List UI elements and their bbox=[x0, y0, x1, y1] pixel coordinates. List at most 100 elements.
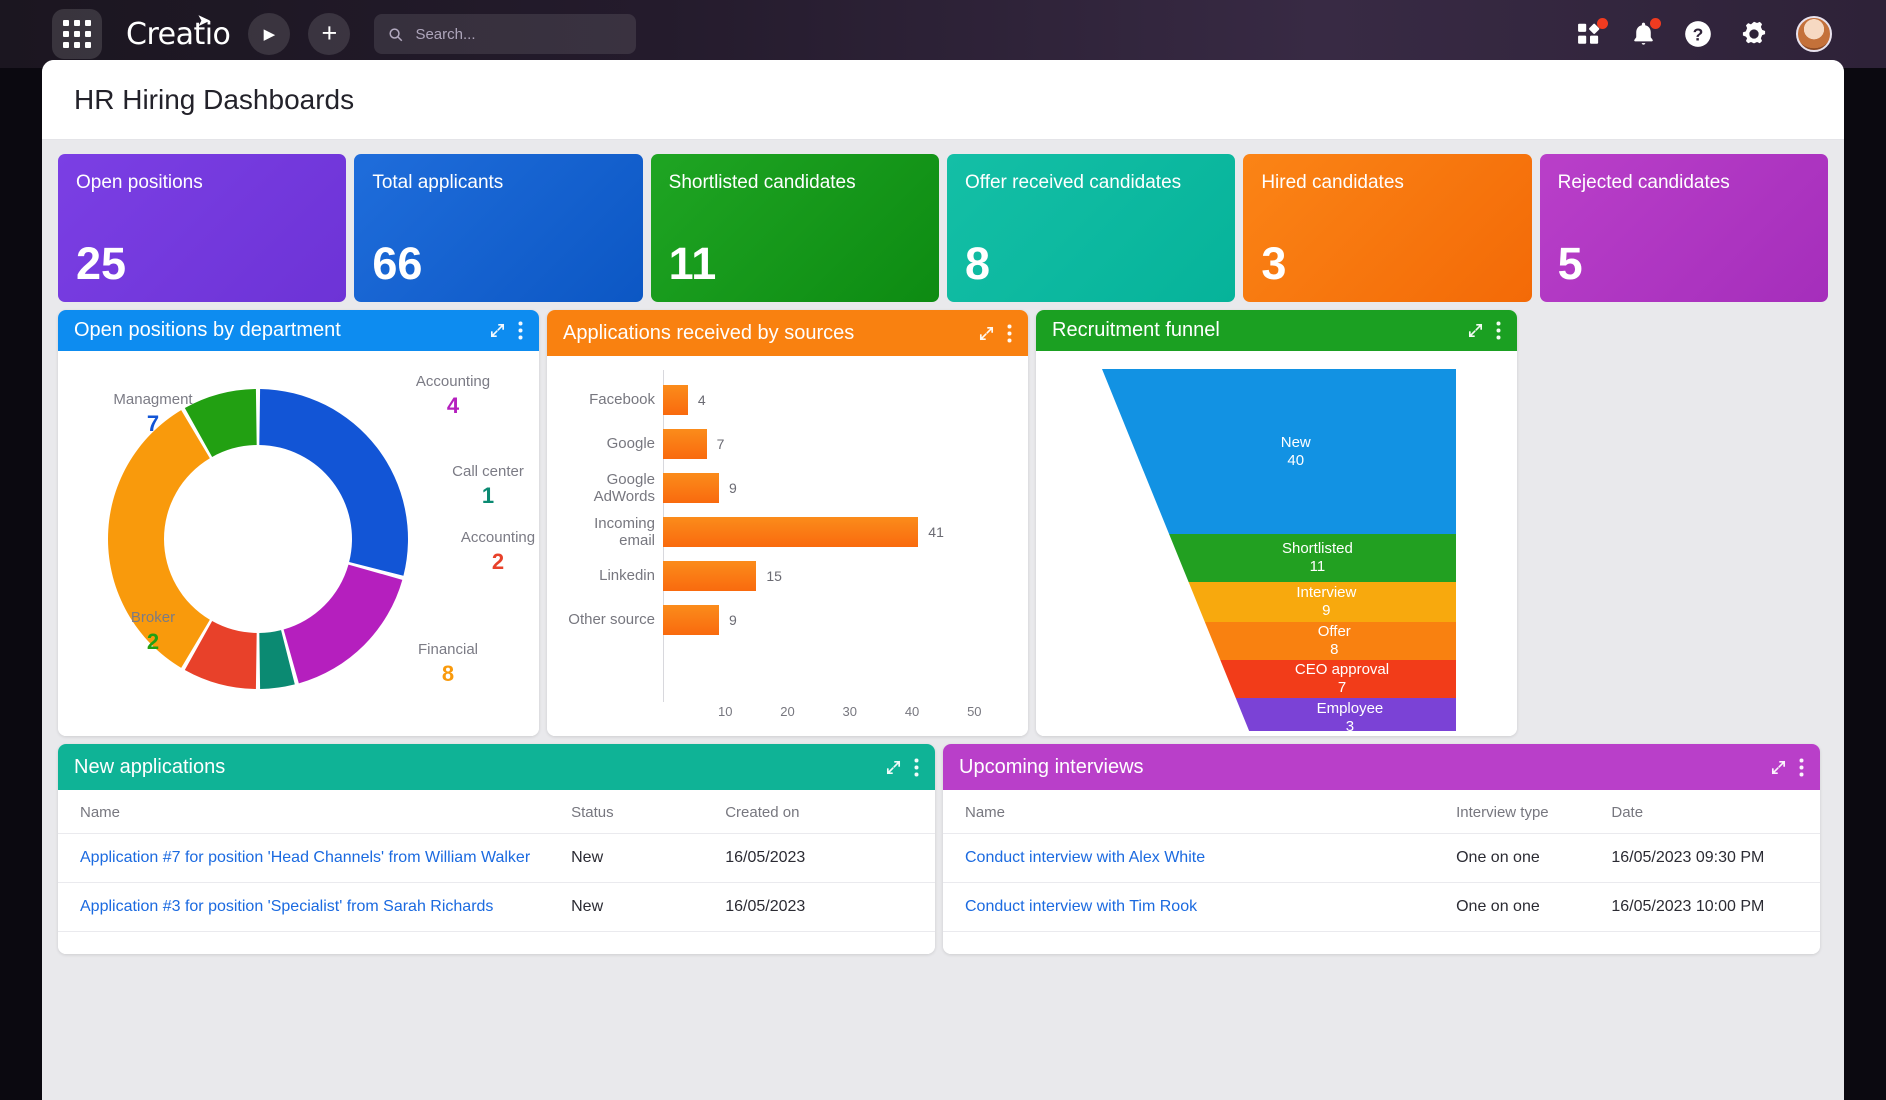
bar-fill[interactable] bbox=[663, 605, 719, 635]
table-cell-link[interactable]: Application #3 for position 'Specialist'… bbox=[58, 883, 549, 932]
gear-icon bbox=[1740, 20, 1768, 48]
kebab-menu-icon[interactable] bbox=[1799, 758, 1804, 777]
bar-row: Other source9 bbox=[555, 598, 1010, 642]
table-cell-link[interactable]: Conduct interview with Alex White bbox=[943, 834, 1434, 883]
brand-name: Creatio bbox=[126, 17, 230, 52]
widget-header: Upcoming interviews bbox=[943, 744, 1820, 790]
table-column-header[interactable]: Created on bbox=[703, 790, 935, 834]
kpi-label: Open positions bbox=[76, 170, 328, 196]
bar-fill[interactable] bbox=[663, 429, 707, 459]
funnel-stage-label: Offer8 bbox=[1213, 622, 1456, 660]
table-cell: One on one bbox=[1434, 834, 1589, 883]
run-process-button[interactable]: ▶ bbox=[248, 13, 290, 55]
table-column-header[interactable]: Date bbox=[1589, 790, 1820, 834]
funnel-stage-value: 11 bbox=[1310, 558, 1326, 576]
notifications-button[interactable] bbox=[1631, 21, 1656, 48]
upcoming-interviews-table: NameInterview typeDate Conduct interview… bbox=[943, 790, 1820, 932]
dashboard-page: HR Hiring Dashboards Open positions25Tot… bbox=[42, 60, 1844, 1100]
kpi-card[interactable]: Hired candidates3 bbox=[1243, 154, 1531, 302]
table-row[interactable]: Application #7 for position 'Head Channe… bbox=[58, 834, 935, 883]
table-row[interactable]: Conduct interview with Tim RookOne on on… bbox=[943, 883, 1820, 932]
bar-value-label: 7 bbox=[717, 436, 725, 452]
kpi-card[interactable]: Total applicants66 bbox=[354, 154, 642, 302]
widget-open-positions-by-department: Open positions by department bbox=[58, 310, 539, 736]
donut-label-name: Accounting bbox=[388, 373, 518, 392]
table-cell: New bbox=[549, 883, 703, 932]
donut-label-name: Managment bbox=[88, 391, 218, 410]
table-cell-link[interactable]: Conduct interview with Tim Rook bbox=[943, 883, 1434, 932]
bar-value-label: 9 bbox=[729, 480, 737, 496]
avatar[interactable] bbox=[1796, 16, 1832, 52]
bar-track: 15 bbox=[663, 554, 1010, 598]
donut-slice-label: Financial8 bbox=[388, 641, 508, 687]
donut-label-value: 7 bbox=[88, 410, 218, 438]
global-search[interactable] bbox=[374, 14, 636, 54]
bar-x-tick: 50 bbox=[967, 704, 981, 719]
table-cell-link[interactable]: Application #7 for position 'Head Channe… bbox=[58, 834, 549, 883]
kpi-label: Rejected candidates bbox=[1558, 170, 1810, 196]
donut-label-name: Call center bbox=[433, 463, 539, 482]
page-header: HR Hiring Dashboards bbox=[42, 60, 1844, 140]
funnel-stage-label: CEO approval7 bbox=[1228, 660, 1456, 698]
bar-fill[interactable] bbox=[663, 473, 719, 503]
help-button[interactable]: ? bbox=[1684, 20, 1712, 48]
bar-track: 41 bbox=[663, 510, 1010, 554]
kpi-card[interactable]: Offer received candidates8 bbox=[947, 154, 1235, 302]
apps-menu-button[interactable] bbox=[52, 9, 102, 59]
kebab-menu-icon[interactable] bbox=[1007, 324, 1012, 343]
expand-icon[interactable] bbox=[978, 325, 995, 342]
bar-fill[interactable] bbox=[663, 385, 688, 415]
expand-icon[interactable] bbox=[489, 322, 506, 339]
funnel-stage-name: Employee bbox=[1317, 700, 1384, 718]
kebab-menu-icon[interactable] bbox=[914, 758, 919, 777]
bar-chart: Facebook4Google7Google AdWords9Incoming … bbox=[547, 356, 1028, 736]
donut-slice[interactable] bbox=[259, 389, 408, 576]
expand-icon[interactable] bbox=[1770, 759, 1787, 776]
dashboard-content: Open positions25Total applicants66Shortl… bbox=[42, 140, 1844, 954]
bar-category-label: Google bbox=[555, 435, 663, 452]
table-row[interactable]: Application #3 for position 'Specialist'… bbox=[58, 883, 935, 932]
bar-x-tick: 20 bbox=[780, 704, 794, 719]
brand-swoosh-icon: ➤ bbox=[197, 11, 211, 31]
donut-label-name: Financial bbox=[388, 641, 508, 660]
marketplace-button[interactable] bbox=[1577, 21, 1603, 47]
bar-x-tick: 30 bbox=[843, 704, 857, 719]
table-column-header[interactable]: Name bbox=[943, 790, 1434, 834]
search-icon bbox=[388, 26, 403, 43]
kpi-card[interactable]: Rejected candidates5 bbox=[1540, 154, 1828, 302]
kpi-value: 3 bbox=[1261, 241, 1513, 286]
widget-header: Recruitment funnel bbox=[1036, 310, 1517, 351]
donut-slice-label: Accounting2 bbox=[438, 529, 539, 575]
bar-category-label: Facebook bbox=[555, 391, 663, 408]
donut-slice[interactable] bbox=[284, 565, 403, 684]
kpi-value: 11 bbox=[669, 241, 921, 286]
funnel-stage-label: Shortlisted11 bbox=[1179, 534, 1456, 582]
kebab-menu-icon[interactable] bbox=[518, 321, 523, 340]
brand-logo[interactable]: Creatio ➤ bbox=[126, 17, 230, 52]
add-button[interactable]: + bbox=[308, 13, 350, 55]
donut-label-value: 4 bbox=[388, 392, 518, 420]
table-body: Conduct interview with Alex WhiteOne on … bbox=[943, 834, 1820, 932]
search-input[interactable] bbox=[415, 26, 622, 43]
table-header-row: NameStatusCreated on bbox=[58, 790, 935, 834]
settings-button[interactable] bbox=[1740, 20, 1768, 48]
bar-category-label: Linkedin bbox=[555, 567, 663, 584]
table-column-header[interactable]: Name bbox=[58, 790, 549, 834]
table-column-header[interactable]: Interview type bbox=[1434, 790, 1589, 834]
kpi-card[interactable]: Shortlisted candidates11 bbox=[651, 154, 939, 302]
expand-icon[interactable] bbox=[885, 759, 902, 776]
expand-icon[interactable] bbox=[1467, 322, 1484, 339]
table-row[interactable]: Conduct interview with Alex WhiteOne on … bbox=[943, 834, 1820, 883]
kpi-value: 8 bbox=[965, 241, 1217, 286]
widget-title: Upcoming interviews bbox=[959, 756, 1758, 779]
svg-text:?: ? bbox=[1693, 24, 1704, 44]
play-icon: ▶ bbox=[264, 25, 276, 43]
donut-slice-label: Broker2 bbox=[98, 609, 208, 655]
kpi-card[interactable]: Open positions25 bbox=[58, 154, 346, 302]
bar-fill[interactable] bbox=[663, 561, 756, 591]
bar-value-label: 15 bbox=[766, 568, 782, 584]
kebab-menu-icon[interactable] bbox=[1496, 321, 1501, 340]
table-column-header[interactable]: Status bbox=[549, 790, 703, 834]
bar-rows: Facebook4Google7Google AdWords9Incoming … bbox=[555, 378, 1010, 642]
bar-fill[interactable] bbox=[663, 517, 918, 547]
